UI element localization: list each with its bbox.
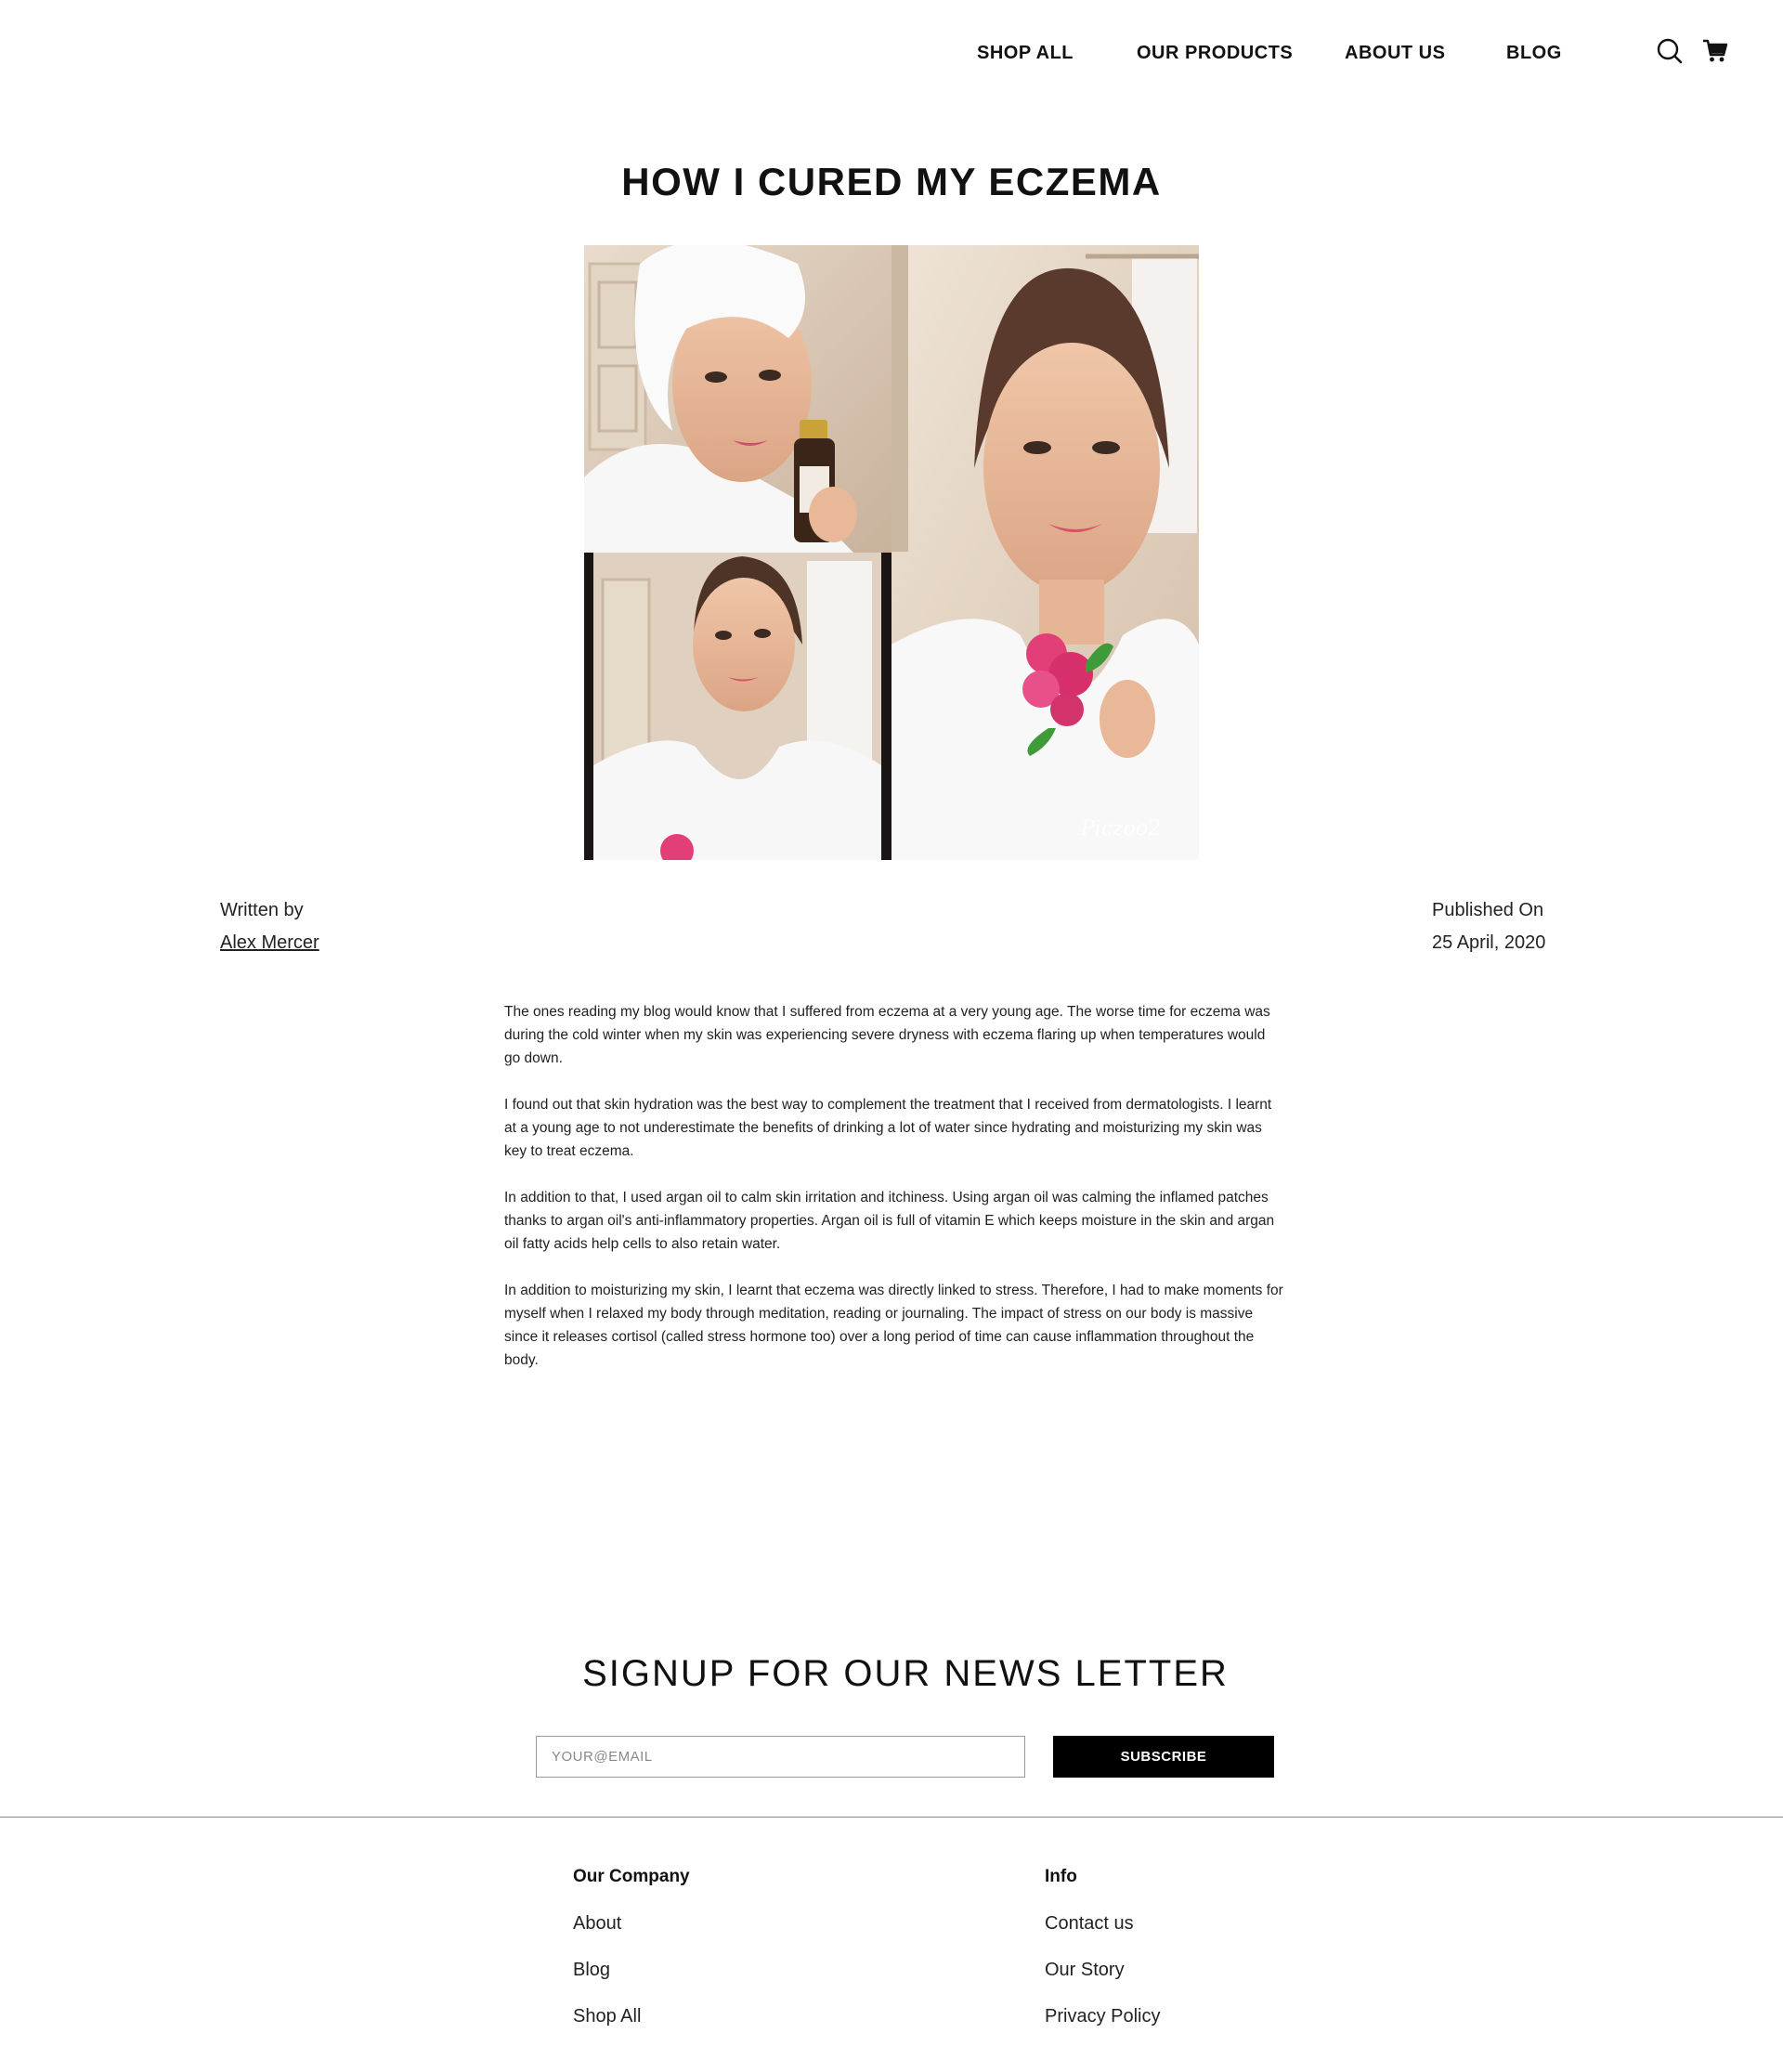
collage-panel-flower: Piczoo2 [892,245,1199,860]
subscribe-button[interactable]: SUBSCRIBE [1053,1736,1274,1778]
post-paragraph: I found out that skin hydration was the … [504,1097,1272,1159]
footer-link-shop-all[interactable]: Shop All [573,2006,641,2027]
collage-panel-pose [584,553,892,867]
search-icon[interactable] [1656,37,1684,65]
footer-link-about[interactable]: About [573,1913,621,1935]
post-paragraph: The ones reading my blog would know that… [504,1004,1270,1066]
newsletter-title: SIGNUP FOR OUR NEWS LETTER [582,1653,1229,1694]
image-watermark: Piczoo2 [1080,817,1161,841]
published-date: 25 April, 2020 [1432,932,1546,953]
footer-divider [0,1817,1783,1818]
footer-heading-our-company: Our Company [573,1867,690,1886]
footer-link-contact-us[interactable]: Contact us [1045,1913,1134,1935]
post-title: HOW I CURED MY ECZEMA [621,160,1162,203]
cart-icon[interactable] [1701,37,1729,65]
newsletter-email-input[interactable] [536,1736,1025,1778]
nav-blog[interactable]: BLOG [1506,43,1562,64]
page: SHOP ALL OUR PRODUCTS ABOUT US BLOG HOW … [0,0,1783,2072]
post-hero-image: Piczoo2 [584,241,1199,867]
footer-link-privacy-policy[interactable]: Privacy Policy [1045,2006,1160,2027]
footer-link-our-story[interactable]: Our Story [1045,1960,1125,1981]
footer-heading-info: Info [1045,1867,1077,1886]
nav-about-us[interactable]: ABOUT US [1345,43,1445,64]
published-label: Published On [1432,900,1544,920]
collage-panel-towel [584,241,892,553]
post-paragraph: In addition to that, I used argan oil to… [504,1190,1275,1252]
written-by-label: Written by [220,900,304,920]
post-paragraph: In addition to moisturizing my skin, I l… [504,1283,1283,1368]
author-link[interactable]: Alex Mercer [220,932,319,954]
nav-shop-all[interactable]: SHOP ALL [977,43,1074,64]
footer-link-blog[interactable]: Blog [573,1960,610,1981]
post-body: The ones reading my blog would know that… [504,1000,1284,1395]
nav-our-products[interactable]: OUR PRODUCTS [1137,43,1293,64]
